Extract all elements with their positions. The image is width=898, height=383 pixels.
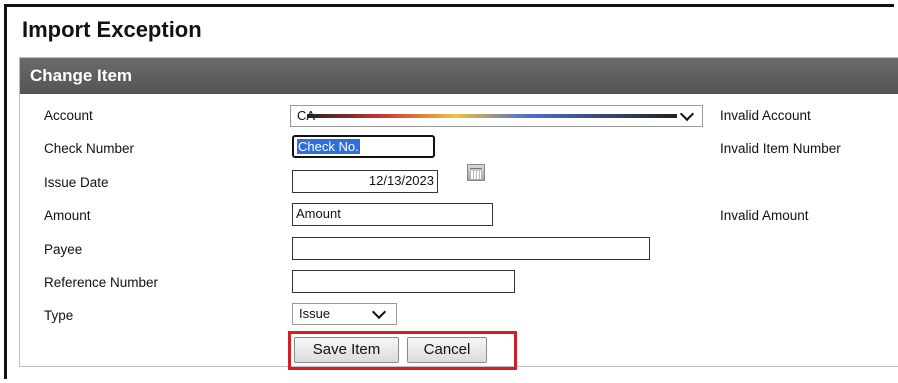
reference-number-label: Reference Number bbox=[44, 275, 159, 290]
type-label: Type bbox=[44, 308, 74, 323]
amount-error: Invalid Amount bbox=[720, 208, 809, 223]
type-value: Issue bbox=[299, 306, 331, 321]
account-label: Account bbox=[44, 108, 93, 123]
change-item-panel: Change Item Account CA Invalid Account C… bbox=[19, 57, 898, 370]
check-number-input[interactable]: Check No. bbox=[292, 135, 435, 158]
account-select[interactable]: CA bbox=[290, 105, 703, 127]
page-title: Import Exception bbox=[22, 17, 202, 42]
type-select[interactable]: Issue bbox=[292, 303, 397, 325]
account-redaction bbox=[307, 114, 677, 118]
panel-header: Change Item bbox=[20, 58, 898, 94]
check-number-value: Check No. bbox=[297, 139, 360, 154]
amount-value: Amount bbox=[296, 206, 341, 221]
chevron-down-icon bbox=[371, 304, 387, 320]
amount-label: Amount bbox=[44, 208, 91, 223]
check-number-label: Check Number bbox=[44, 141, 135, 156]
payee-label: Payee bbox=[44, 242, 83, 257]
issue-date-value: 12/13/2023 bbox=[368, 173, 434, 188]
reference-number-input[interactable] bbox=[292, 270, 515, 293]
check-number-error: Invalid Item Number bbox=[720, 141, 841, 156]
amount-input[interactable]: Amount bbox=[292, 203, 493, 226]
chevron-down-icon bbox=[679, 106, 695, 122]
issue-date-input[interactable]: 12/13/2023 bbox=[292, 170, 438, 193]
calendar-icon[interactable] bbox=[467, 164, 485, 181]
account-error: Invalid Account bbox=[720, 108, 811, 123]
issue-date-label: Issue Date bbox=[44, 175, 109, 190]
highlight-box bbox=[288, 331, 517, 370]
payee-input[interactable] bbox=[292, 237, 650, 260]
